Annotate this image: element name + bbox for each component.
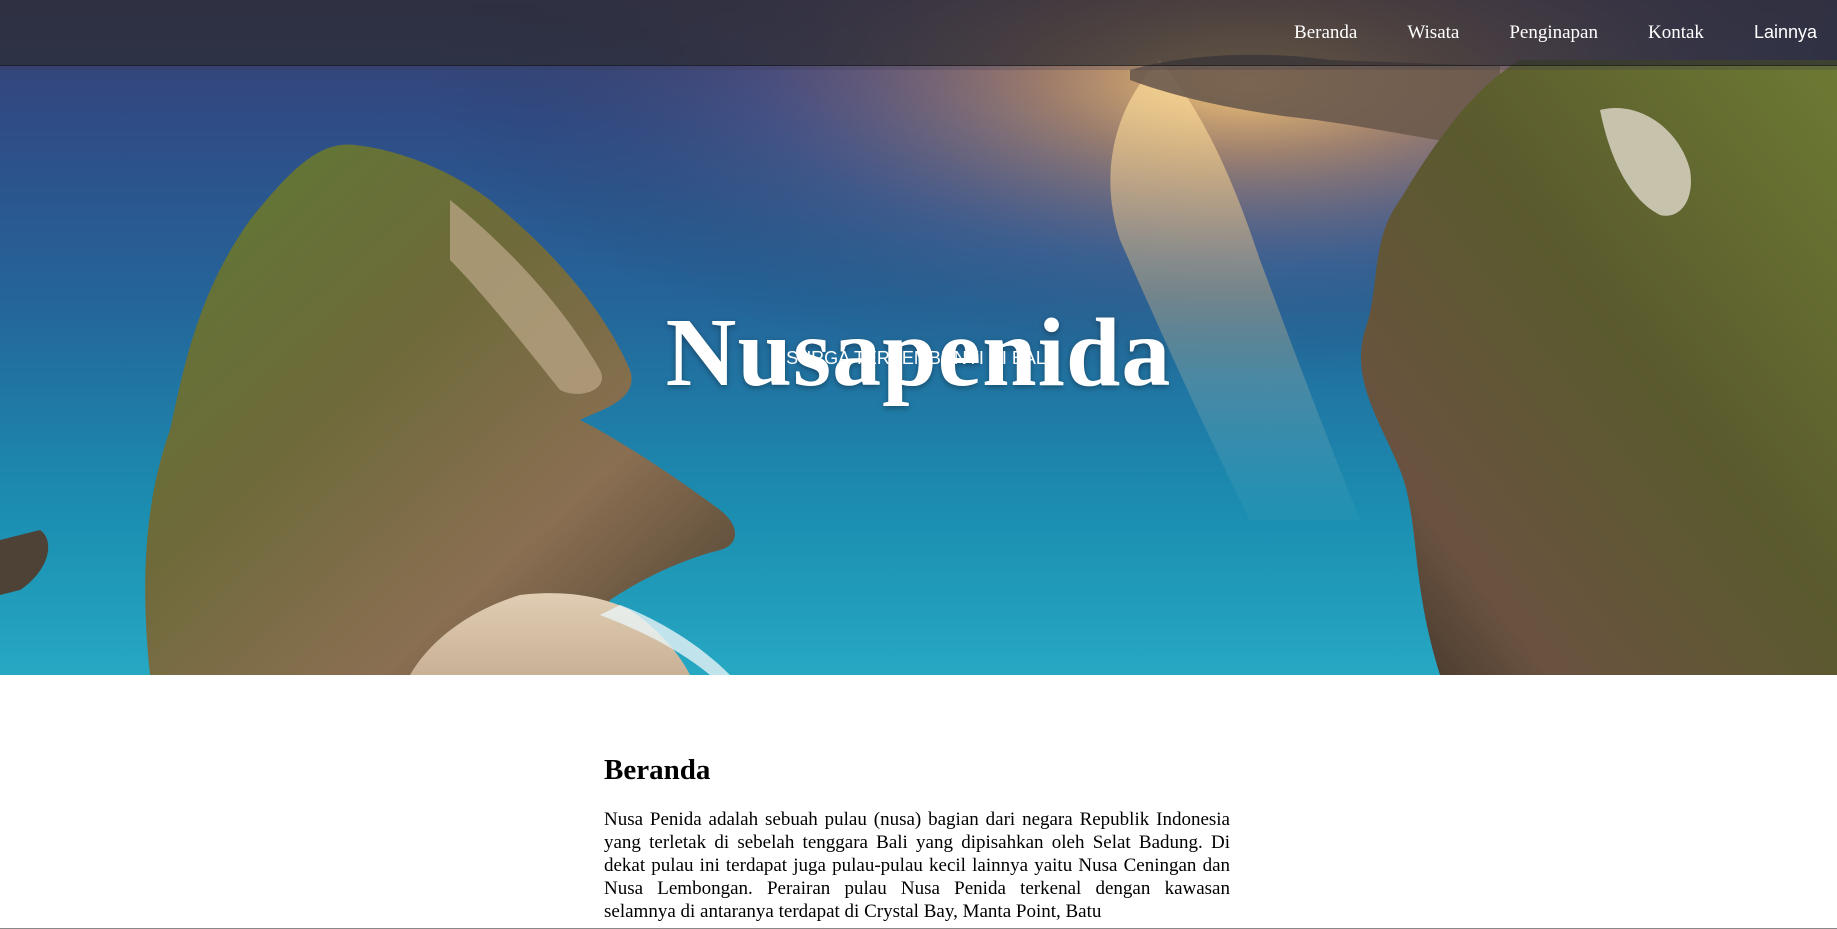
hero-banner: Beranda Wisata Penginapan Kontak Lainnya… (0, 0, 1837, 675)
top-navbar: Beranda Wisata Penginapan Kontak Lainnya (0, 0, 1837, 66)
nav-link-wisata[interactable]: Wisata (1407, 22, 1459, 44)
main-content: Beranda Nusa Penida adalah sebuah pulau … (604, 752, 1230, 923)
nav-link-penginapan[interactable]: Penginapan (1509, 22, 1598, 44)
hero-subtitle: SURGA TERSEMBUNYI DI BALI (786, 348, 1051, 368)
section-heading: Beranda (604, 754, 711, 786)
nav-link-beranda[interactable]: Beranda (1294, 22, 1357, 44)
page: Beranda Wisata Penginapan Kontak Lainnya… (0, 0, 1837, 929)
nav-link-kontak[interactable]: Kontak (1648, 22, 1704, 44)
nav-link-lainnya[interactable]: Lainnya (1754, 22, 1817, 43)
nav-menu: Beranda Wisata Penginapan Kontak Lainnya (1294, 0, 1837, 65)
section-paragraph: Nusa Penida adalah sebuah pulau (nusa) b… (604, 809, 1230, 922)
